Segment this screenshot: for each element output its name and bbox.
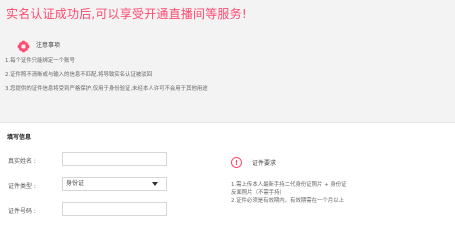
notice-list: 1.每个证件只能绑定一个账号 2.证件照不清晰或与输入的信息不匹配,将导致实名认…: [5, 58, 208, 100]
id-type-label: 证件类型 :: [8, 183, 36, 190]
notice-panel: 实名认证成功后,可以享受开通直播间等服务! 注意事项 1.每个证件只能绑定一个账…: [0, 0, 455, 122]
requirements-title: 证件要求: [252, 160, 277, 167]
id-type-select[interactable]: 身份证: [62, 177, 167, 191]
notice-item: 3.您提供的证件信息将受到严格保护,仅用于身份验证,未经本人许可不会用于其他用途: [5, 86, 208, 92]
section-divider: [0, 122, 455, 123]
notice-item: 1.每个证件只能绑定一个账号: [5, 58, 75, 64]
dropdown-arrow-icon: [152, 182, 158, 186]
notice-header: 注意事项: [17, 37, 61, 52]
flower-icon: [17, 38, 30, 52]
notice-item: 2.证件照不清晰或与输入的信息不匹配,将导致实名认证被驳回: [5, 72, 153, 78]
requirement-line: 1.需上传本人最新手持二代身份证照片 + 身份证: [231, 182, 347, 188]
requirements-header: ! 证件要求: [231, 157, 276, 168]
id-number-input[interactable]: [62, 202, 167, 216]
banner-title: 实名认证成功后,可以享受开通直播间等服务!: [6, 7, 247, 21]
requirements-list: 1.需上传本人最新手持二代身份证照片 + 身份证 反面照片（不需手持） 2.证件…: [231, 181, 347, 205]
notice-title: 注意事项: [36, 41, 61, 49]
id-type-selected-value: 身份证: [66, 180, 85, 187]
form-section-title: 填写信息: [7, 134, 32, 141]
alert-icon: !: [231, 157, 242, 168]
real-name-label: 真实姓名 :: [8, 158, 36, 165]
id-number-label: 证件号码 :: [8, 208, 36, 215]
real-name-input[interactable]: [62, 152, 167, 166]
requirement-line: 2.证件必须是有效期内，有效期需在一个月以上: [231, 198, 344, 204]
requirement-line: 反面照片（不需手持）: [231, 190, 285, 196]
